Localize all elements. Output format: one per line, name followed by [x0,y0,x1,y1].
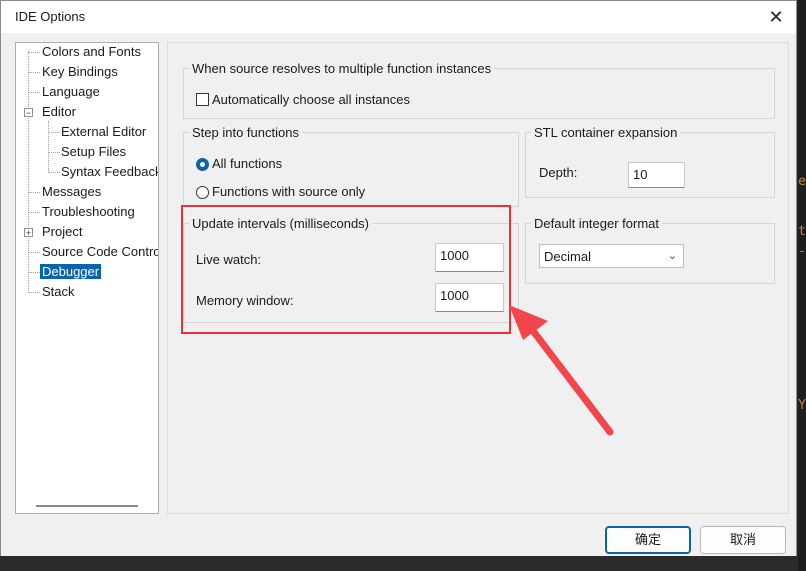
annotation-arrow [509,305,614,436]
